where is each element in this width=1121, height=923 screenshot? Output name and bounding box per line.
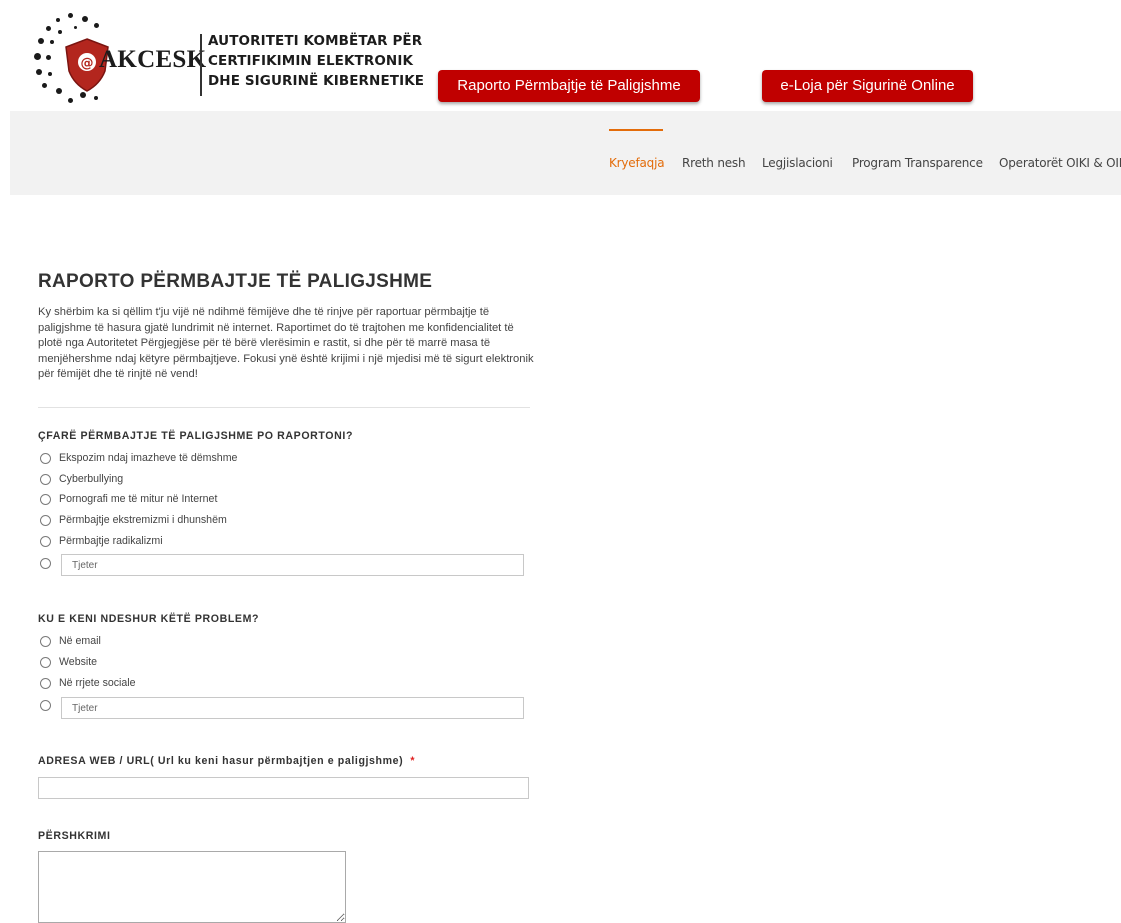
logo-dot: [80, 92, 86, 98]
logo-dot: [74, 26, 77, 29]
logo-dot: [34, 53, 41, 60]
description-label: PËRSHKRIMI: [38, 830, 111, 842]
logo-dot: [82, 16, 88, 22]
content-type-option[interactable]: Përmbajtje radikalizmi: [40, 533, 163, 549]
url-label-text: ADRESA WEB / URL( Url ku keni hasur përm…: [38, 755, 404, 767]
section-divider: [38, 407, 530, 408]
logo-dot: [46, 26, 51, 31]
logo-dot: [68, 13, 73, 18]
content-type-option[interactable]: Ekspozim ndaj imazheve të dëmshme: [40, 450, 237, 466]
required-mark: *: [410, 755, 416, 767]
option-label: Përmbajtje ekstremizmi i dhunshëm: [59, 514, 227, 526]
content-type-other-radio[interactable]: [40, 558, 51, 569]
option-label: Website: [59, 656, 98, 668]
nav-item-home[interactable]: Kryefaqja: [609, 156, 665, 170]
logo-dot: [94, 96, 98, 100]
radio-button[interactable]: [40, 656, 51, 668]
logo-dot: [58, 30, 62, 34]
logo-dot: [50, 40, 54, 44]
online-safety-game-button[interactable]: e-Loja për Sigurinë Online: [762, 70, 973, 102]
location-option[interactable]: Në rrjete sociale: [40, 675, 136, 691]
nav-item-transparency-program[interactable]: Program Transparence: [852, 156, 983, 170]
logo-wordmark: AKCESK: [99, 46, 207, 73]
nav-item-legislation[interactable]: Legjislacioni: [762, 156, 833, 170]
logo-dot: [38, 38, 44, 44]
description-textarea[interactable]: [38, 851, 346, 923]
radio-button[interactable]: [40, 677, 51, 689]
logo-dot: [56, 88, 62, 94]
org-name-line: CERTIFIKIMIN ELEKTRONIK: [208, 53, 414, 69]
org-name-line: AUTORITETI KOMBËTAR PËR: [208, 33, 423, 49]
nav-item-operators[interactable]: Operatorët OIKI & OIR: [999, 156, 1121, 170]
option-label: Ekspozim ndaj imazheve të dëmshme: [59, 452, 238, 464]
intro-text: Ky shërbim ka si qëllim t'ju vijë në ndi…: [38, 306, 534, 381]
content-type-option[interactable]: Përmbajtje ekstremizmi i dhunshëm: [40, 512, 227, 528]
url-label: ADRESA WEB / URL( Url ku keni hasur përm…: [38, 755, 415, 767]
main-navbar: [10, 111, 1121, 195]
radio-button[interactable]: [40, 452, 51, 464]
option-label: Në rrjete sociale: [59, 677, 136, 689]
content-type-option[interactable]: Cyberbullying: [40, 471, 123, 487]
logo-dot: [68, 98, 73, 103]
nav-active-indicator: [609, 129, 663, 131]
url-input[interactable]: [38, 777, 529, 799]
radio-button[interactable]: [40, 535, 51, 547]
logo-dot: [36, 69, 42, 75]
radio-button[interactable]: [40, 514, 51, 526]
content-type-other-input[interactable]: [61, 554, 524, 576]
radio-button[interactable]: [40, 473, 51, 485]
option-label: Pornografi me të mitur në Internet: [59, 493, 218, 505]
nav-item-about[interactable]: Rreth nesh: [682, 156, 746, 170]
content-type-question: ÇFARË PËRMBAJTJE TË PALIGJSHME PO RAPORT…: [38, 430, 354, 442]
encounter-location-question: KU E KENI NDESHUR KËTË PROBLEM?: [38, 613, 260, 625]
logo-dot: [56, 18, 60, 22]
organization-name: AUTORITETI KOMBËTAR PËR CERTIFIKIMIN ELE…: [208, 31, 424, 91]
radio-button[interactable]: [40, 493, 51, 505]
location-option[interactable]: Website: [40, 654, 97, 670]
logo-dot: [46, 55, 51, 60]
logo-dot: [48, 72, 52, 76]
logo-dot: [42, 83, 47, 88]
report-illegal-content-button[interactable]: Raporto Përmbajtje të Paligjshme: [438, 70, 700, 102]
svg-text:@: @: [81, 56, 94, 71]
logo-divider: [200, 34, 202, 96]
akcesk-logo[interactable]: @ AKCESK: [24, 10, 207, 110]
location-option[interactable]: Në email: [40, 633, 101, 649]
option-label: Cyberbullying: [59, 473, 124, 485]
option-label: Përmbajtje radikalizmi: [59, 535, 163, 547]
radio-button[interactable]: [40, 635, 51, 647]
location-other-radio[interactable]: [40, 700, 51, 711]
content-type-option[interactable]: Pornografi me të mitur në Internet: [40, 491, 217, 507]
option-label: Në email: [59, 635, 101, 647]
logo-dot: [94, 23, 99, 28]
org-name-line: DHE SIGURINË KIBERNETIKE: [208, 73, 425, 89]
location-other-input[interactable]: [61, 697, 524, 719]
page-title: RAPORTO PËRMBAJTJE TË PALIGJSHME: [38, 271, 433, 292]
